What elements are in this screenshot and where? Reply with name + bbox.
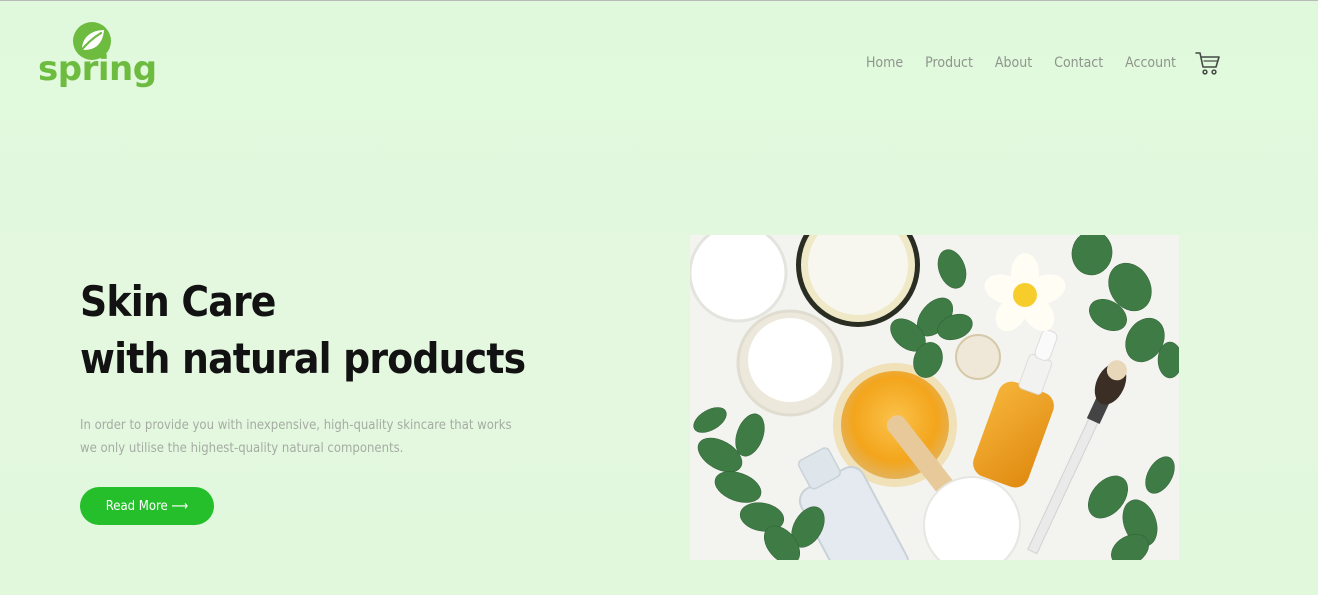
hero-title-line-1: Skin Care [80,277,276,326]
cart-icon[interactable] [1194,49,1222,77]
skincare-products-illustration [690,235,1179,560]
main-nav: Home Product About Contact Account [844,49,1222,77]
hero-description-line-1: In order to provide you with inexpensive… [80,418,512,433]
brand-logo[interactable]: spring [38,19,157,95]
nav-product[interactable]: Product [925,55,973,71]
brand-name: spring [38,49,157,89]
hero-description-line-2: we only utilise the highest-quality natu… [80,441,404,456]
hero-description: In order to provide you with inexpensive… [80,414,520,460]
read-more-button[interactable]: Read More ⟶ [80,487,214,525]
hero-title-line-2: with natural products [80,334,526,383]
nav-about[interactable]: About [995,55,1032,71]
nav-account[interactable]: Account [1125,55,1176,71]
nav-contact[interactable]: Contact [1054,55,1103,71]
product-hero-image [690,235,1179,560]
nav-home[interactable]: Home [866,55,903,71]
hero-title: Skin Care with natural products [80,273,526,387]
